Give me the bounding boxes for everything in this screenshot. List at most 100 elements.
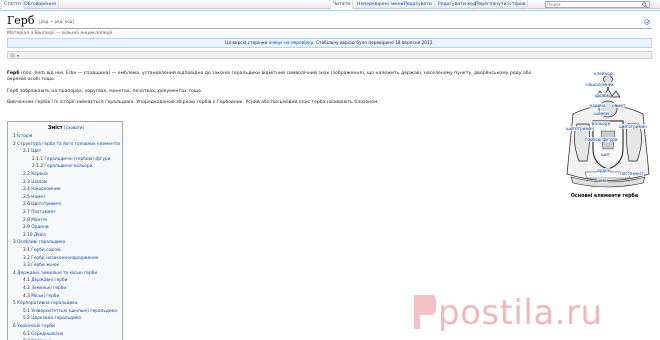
toc-item-label[interactable]: Історія xyxy=(17,134,32,139)
pending-review-icon[interactable] xyxy=(644,19,650,25)
toc-item-label[interactable]: Земельні герби xyxy=(31,286,66,291)
toc-item[interactable]: 4 Державні, земельні та міські герби xyxy=(13,271,97,276)
toc-item-label[interactable]: Середньовічні xyxy=(31,332,63,337)
arms-label-order[interactable]: орден xyxy=(597,168,611,173)
notice-prefix: Ця версія сторінки xyxy=(225,41,268,46)
toc-item-label[interactable]: Геральдичні кольори xyxy=(44,164,92,169)
tab-edit[interactable]: Редагувати xyxy=(402,0,435,9)
table-of-contents: Зміст [сховати] 1 Історія 2 Структура гер… xyxy=(7,121,123,340)
toc-item[interactable]: 3.3 Герби жінок xyxy=(23,263,59,268)
toc-item-label[interactable]: Герби союзів xyxy=(31,248,60,253)
toc-item-label[interactable]: Міські герби xyxy=(31,294,59,299)
toc-item[interactable]: 2.10 Девіз xyxy=(23,233,46,238)
toc-item-label[interactable]: Університетські (шкільні) геральдика xyxy=(31,309,117,314)
arms-label-charges[interactable]: гербові фігури xyxy=(585,137,618,142)
toc-item-number: 3.1 xyxy=(23,248,30,253)
tab-article[interactable]: Стаття xyxy=(2,0,24,9)
arms-label-shield[interactable]: щит xyxy=(601,152,611,157)
toc-item-number: 4.2 xyxy=(23,286,30,291)
paragraph-3: Вивченням гербів і їх історії займається… xyxy=(7,100,379,105)
toc-item[interactable]: 2.5 Намет xyxy=(23,195,45,200)
pending-review-notice: Ця версія сторінки очікує на перевірку. … xyxy=(7,38,652,48)
toc-item[interactable]: 4.2 Земельні герби xyxy=(23,286,66,291)
toc-item-label[interactable]: Намет xyxy=(31,195,45,200)
toc-item-label[interactable]: Церковна геральдика xyxy=(31,316,81,321)
toc-item-number: 3.3 xyxy=(23,263,30,269)
toc-item[interactable]: 2.6 Щитотримачі xyxy=(23,202,61,207)
toc-item[interactable]: 2.3 Шолом xyxy=(23,180,47,185)
toc-item[interactable]: 6.1 Середньовічні xyxy=(23,332,63,337)
toc-item[interactable]: 2 Структура герба та його головних елеме… xyxy=(13,142,120,147)
arms-label-helmet-2[interactable]: шолом xyxy=(594,111,609,116)
toc-item[interactable]: 2.8 Мантія xyxy=(23,218,47,223)
chevron-down-icon[interactable]: ▾ xyxy=(17,53,19,58)
arms-label-supporter-left[interactable]: щитотримач xyxy=(566,126,594,131)
toc-item[interactable]: 5.1 Університетські (шкільні) геральдика xyxy=(23,309,117,314)
toc-item-label[interactable]: Щит xyxy=(31,149,41,154)
toc-item-number: 2 xyxy=(13,141,16,147)
toc-item[interactable]: 3.2 Герби незаконнонароджених xyxy=(23,256,98,261)
toc-item-label[interactable]: Герби жінок xyxy=(31,263,59,268)
toc-item-label[interactable]: Структура герба та його головних елемент… xyxy=(17,142,120,147)
watermark-text: postila.ru xyxy=(438,293,603,333)
arms-caption: Основні елементи герба xyxy=(570,194,639,199)
top-tab-bar: Стаття Обговорення Читати Неперевірені з… xyxy=(0,0,660,9)
toc-item[interactable]: 2.1.2 Геральдичні кольори xyxy=(32,164,93,169)
toc-item-number: 2.8 xyxy=(23,217,30,223)
toc-item-label[interactable]: Нашоломник xyxy=(31,187,60,192)
toc-item-number: 6.1 xyxy=(23,331,30,337)
arms-label-motto[interactable]: девіз xyxy=(597,178,609,183)
toc-item[interactable]: 6 Українські герби xyxy=(13,324,55,329)
toc-item[interactable]: 2.4 Нашоломник xyxy=(23,187,60,192)
toc-item-label[interactable]: Геральдичні (гербові) фігури xyxy=(44,157,110,162)
arms-label-crest-jewel[interactable]: клейнод xyxy=(594,71,613,76)
title-edit-links[interactable]: [ред. • ред. код] xyxy=(39,19,74,24)
toc-item[interactable]: 2.1 Щит xyxy=(23,149,41,154)
toc-item-label[interactable]: Щитотримачі xyxy=(31,202,61,207)
toc-item-label[interactable]: Мантія xyxy=(31,218,46,223)
toc-item[interactable]: 2.7 Постамент xyxy=(23,210,56,215)
review-status-bar[interactable]: ▾ xyxy=(7,51,652,59)
watermark-logo xyxy=(414,295,436,329)
notice-link[interactable]: очікує на перевірку xyxy=(269,41,313,46)
arms-label-helmet[interactable]: шолом xyxy=(595,93,610,98)
toc-item[interactable]: 5.2 Церковна геральдика xyxy=(23,316,81,321)
search-icon[interactable] xyxy=(642,2,648,8)
toc-item-number: 2.7 xyxy=(23,210,30,215)
tab-history[interactable]: Переглянути історію xyxy=(473,0,529,9)
toc-item[interactable]: 3 Особливі геральдика xyxy=(13,240,65,245)
toc-item[interactable]: 2.2 Корона xyxy=(23,172,48,177)
toc-item[interactable]: 3.1 Герби союзів xyxy=(23,248,61,253)
toc-item-label[interactable]: Державні герби xyxy=(31,278,67,283)
toc-item-label[interactable]: Ордени xyxy=(31,225,48,230)
arms-label-mantling[interactable]: намет xyxy=(612,103,626,108)
content-area: Герб [ред. • ред. код] Матеріал з Вікіпе… xyxy=(0,10,660,340)
tab-pending-changes[interactable]: Неперевірені зміни xyxy=(355,0,407,9)
toc-item[interactable]: 2.1.1 Геральдичні (гербові) фігури xyxy=(32,157,110,162)
toc-item[interactable]: 4.1 Державні герби xyxy=(23,278,67,283)
arms-label-tinctures[interactable]: кольори xyxy=(592,121,611,126)
title-divider xyxy=(7,28,652,29)
search-input[interactable] xyxy=(546,2,642,7)
toc-item-label[interactable]: Шолом xyxy=(31,180,47,185)
tab-read[interactable]: Читати xyxy=(331,0,354,9)
toc-item-label[interactable]: Українські герби xyxy=(17,324,55,329)
toc-item[interactable]: 1 Історія xyxy=(13,134,32,139)
arms-label-compartment[interactable]: постамент xyxy=(620,171,644,176)
toc-item[interactable]: 4.3 Міські герби xyxy=(23,294,59,299)
arms-label-crest[interactable]: нашоломник xyxy=(586,82,615,87)
toc-item-label[interactable]: Герби незаконнонароджених xyxy=(31,256,98,261)
arms-label-crown[interactable]: корона xyxy=(590,103,606,108)
toc-item[interactable]: 5 Корпоративна геральдика xyxy=(13,301,77,306)
toc-item-label[interactable]: Особливі геральдика xyxy=(17,240,65,245)
toc-toggle[interactable]: [сховати] xyxy=(64,125,84,130)
toc-item-label[interactable]: Державні, земельні та міські герби xyxy=(17,271,97,276)
toc-item-label[interactable]: Корпоративна геральдика xyxy=(17,301,77,306)
toc-item-label[interactable]: Корона xyxy=(31,172,47,177)
toc-item-label[interactable]: Девіз xyxy=(34,233,46,238)
toc-item-label[interactable]: Постамент xyxy=(31,210,56,215)
tab-talk[interactable]: Обговорення xyxy=(22,0,59,9)
toc-item-number: 2.6 xyxy=(23,202,30,208)
arms-label-supporter-right[interactable]: щитотримач xyxy=(619,124,647,129)
toc-item[interactable]: 2.9 Ордени xyxy=(23,225,49,230)
